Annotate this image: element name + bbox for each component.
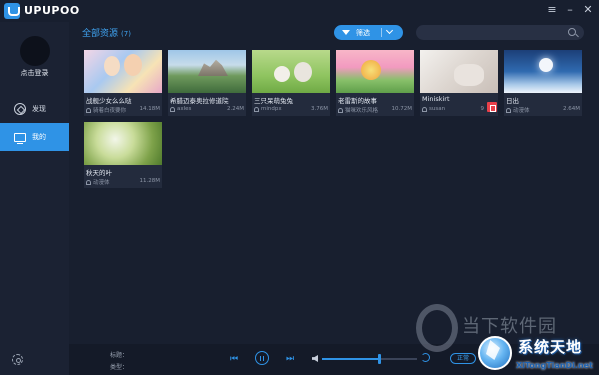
wallpaper-author: 骑着白夜要你 <box>86 106 126 114</box>
filter-label: 筛选 <box>356 28 370 37</box>
wallpaper-title: Miniskirt <box>422 95 450 103</box>
wallpaper-thumbnail[interactable] <box>504 50 582 93</box>
app-logo-icon <box>4 3 20 19</box>
play-mode-button[interactable]: 正常 <box>450 353 476 364</box>
globe-icon <box>478 336 512 370</box>
author-name: mindpx <box>261 106 282 112</box>
wallpaper-size: 9 <box>480 106 485 112</box>
wallpaper-thumbnail[interactable] <box>336 50 414 93</box>
divider <box>381 28 382 37</box>
wallpaper-title: 战舰少女么么哒 <box>86 97 132 105</box>
wallpaper-author: 猫咪欢乐风格 <box>338 106 378 114</box>
resource-count: (7) <box>121 30 131 38</box>
wallpaper-thumbnail[interactable] <box>168 50 246 93</box>
search-icon[interactable] <box>568 28 576 36</box>
wallpaper-card[interactable]: Miniskirt susan 9 <box>420 50 498 116</box>
app-window: UPUPOO ≡ – ✕ 点击登录 发现 我的 全部资源 (7) 筛选 战舰少女… <box>0 0 599 375</box>
wallpaper-size: 14.18M <box>139 106 161 112</box>
delete-icon[interactable] <box>487 102 497 112</box>
monitor-icon <box>14 132 26 144</box>
user-icon <box>254 106 259 112</box>
wallpaper-title: 老雷斯的故事 <box>338 97 377 105</box>
author-name: susan <box>429 106 446 112</box>
wallpaper-size: 3.76M <box>311 106 328 112</box>
wallpaper-size: 10.72M <box>391 106 413 112</box>
search-input[interactable] <box>416 25 584 40</box>
volume-fill <box>322 358 379 360</box>
user-icon <box>86 179 91 185</box>
wallpaper-author: mindpx <box>254 106 282 112</box>
wallpaper-title: 秋天的叶 <box>86 169 112 177</box>
volume-handle[interactable] <box>377 354 381 364</box>
next-icon[interactable]: ⏭ <box>286 353 294 365</box>
wallpaper-author: 动漫体 <box>86 178 110 186</box>
sidebar-item-discover[interactable]: 发现 <box>0 95 69 123</box>
badge-url: XiTongTianDi.net <box>516 361 593 370</box>
wallpaper-card[interactable]: 秋天的叶 动漫体 11.28M <box>84 122 162 188</box>
sidebar-item-label: 发现 <box>32 105 46 113</box>
close-icon[interactable]: ✕ <box>581 3 595 17</box>
gear-icon[interactable] <box>12 354 23 365</box>
sidebar-item-label: 我的 <box>32 133 46 141</box>
wallpaper-title: 希腊迈泰奥拉修道院 <box>170 97 229 105</box>
wallpaper-size: 2.24M <box>227 106 244 112</box>
wallpaper-thumbnail[interactable] <box>84 122 162 165</box>
watermark-logo <box>416 304 458 352</box>
avatar[interactable] <box>20 36 50 66</box>
wallpaper-size: 2.64M <box>563 106 580 112</box>
track-title-label: 标题： <box>110 352 129 359</box>
wallpaper-thumbnail[interactable] <box>252 50 330 93</box>
wallpaper-card[interactable]: 日出 动漫体 2.64M <box>504 50 582 116</box>
wallpaper-author: 动漫体 <box>506 106 530 114</box>
user-icon <box>86 107 91 113</box>
wallpaper-thumbnail[interactable] <box>84 50 162 93</box>
filter-button[interactable]: 筛选 <box>334 25 403 40</box>
chevron-down-icon <box>385 26 394 35</box>
volume-icon[interactable] <box>312 355 318 362</box>
track-type-label: 类型： <box>110 364 129 371</box>
sidebar-item-mine[interactable]: 我的 <box>0 123 69 151</box>
loop-icon[interactable] <box>421 353 430 362</box>
author-name: 猫咪欢乐风格 <box>345 108 379 114</box>
badge-title: 系统天地 <box>518 338 583 356</box>
page-title-text: 全部资源 <box>82 29 119 39</box>
user-icon <box>422 106 427 112</box>
app-name: UPUPOO <box>24 4 80 17</box>
wallpaper-title: 日出 <box>506 97 519 105</box>
menu-icon[interactable]: ≡ <box>545 3 559 17</box>
wallpaper-author: axles <box>170 106 191 112</box>
login-link[interactable]: 点击登录 <box>0 68 69 78</box>
user-icon <box>338 107 343 113</box>
author-name: 动漫体 <box>513 108 530 114</box>
wallpaper-card[interactable]: 战舰少女么么哒 骑着白夜要你 14.18M <box>84 50 162 116</box>
window-controls: ≡ – ✕ <box>545 3 595 17</box>
author-name: 动漫体 <box>93 180 110 186</box>
compass-icon <box>14 103 26 115</box>
volume-slider[interactable] <box>322 354 417 364</box>
author-name: 骑着白夜要你 <box>93 108 127 114</box>
sidebar: 点击登录 发现 我的 <box>0 22 69 375</box>
page-title: 全部资源 (7) <box>82 26 131 39</box>
wallpaper-thumbnail[interactable] <box>420 50 498 93</box>
pause-icon[interactable] <box>255 351 269 365</box>
previous-icon[interactable]: ⏮ <box>230 353 238 365</box>
site-badge: 系统天地 XiTongTianDi.net <box>474 330 599 375</box>
filter-icon <box>342 30 350 35</box>
user-icon <box>506 107 511 113</box>
wallpaper-size: 11.28M <box>139 178 161 184</box>
wallpaper-card[interactable]: 三只呆萌兔兔 mindpx 3.76M <box>252 50 330 116</box>
main-content: 全部资源 (7) 筛选 战舰少女么么哒 骑着白夜要你 14.18M 希腊迈泰奥拉修… <box>69 22 599 344</box>
author-name: axles <box>177 106 192 112</box>
title-bar: UPUPOO ≡ – ✕ <box>0 0 599 22</box>
wallpaper-card[interactable]: 老雷斯的故事 猫咪欢乐风格 10.72M <box>336 50 414 116</box>
user-icon <box>170 106 175 112</box>
wallpaper-title: 三只呆萌兔兔 <box>254 97 293 105</box>
wallpaper-card[interactable]: 希腊迈泰奥拉修道院 axles 2.24M <box>168 50 246 116</box>
wallpaper-author: susan <box>422 106 445 112</box>
minimize-icon[interactable]: – <box>563 3 577 17</box>
